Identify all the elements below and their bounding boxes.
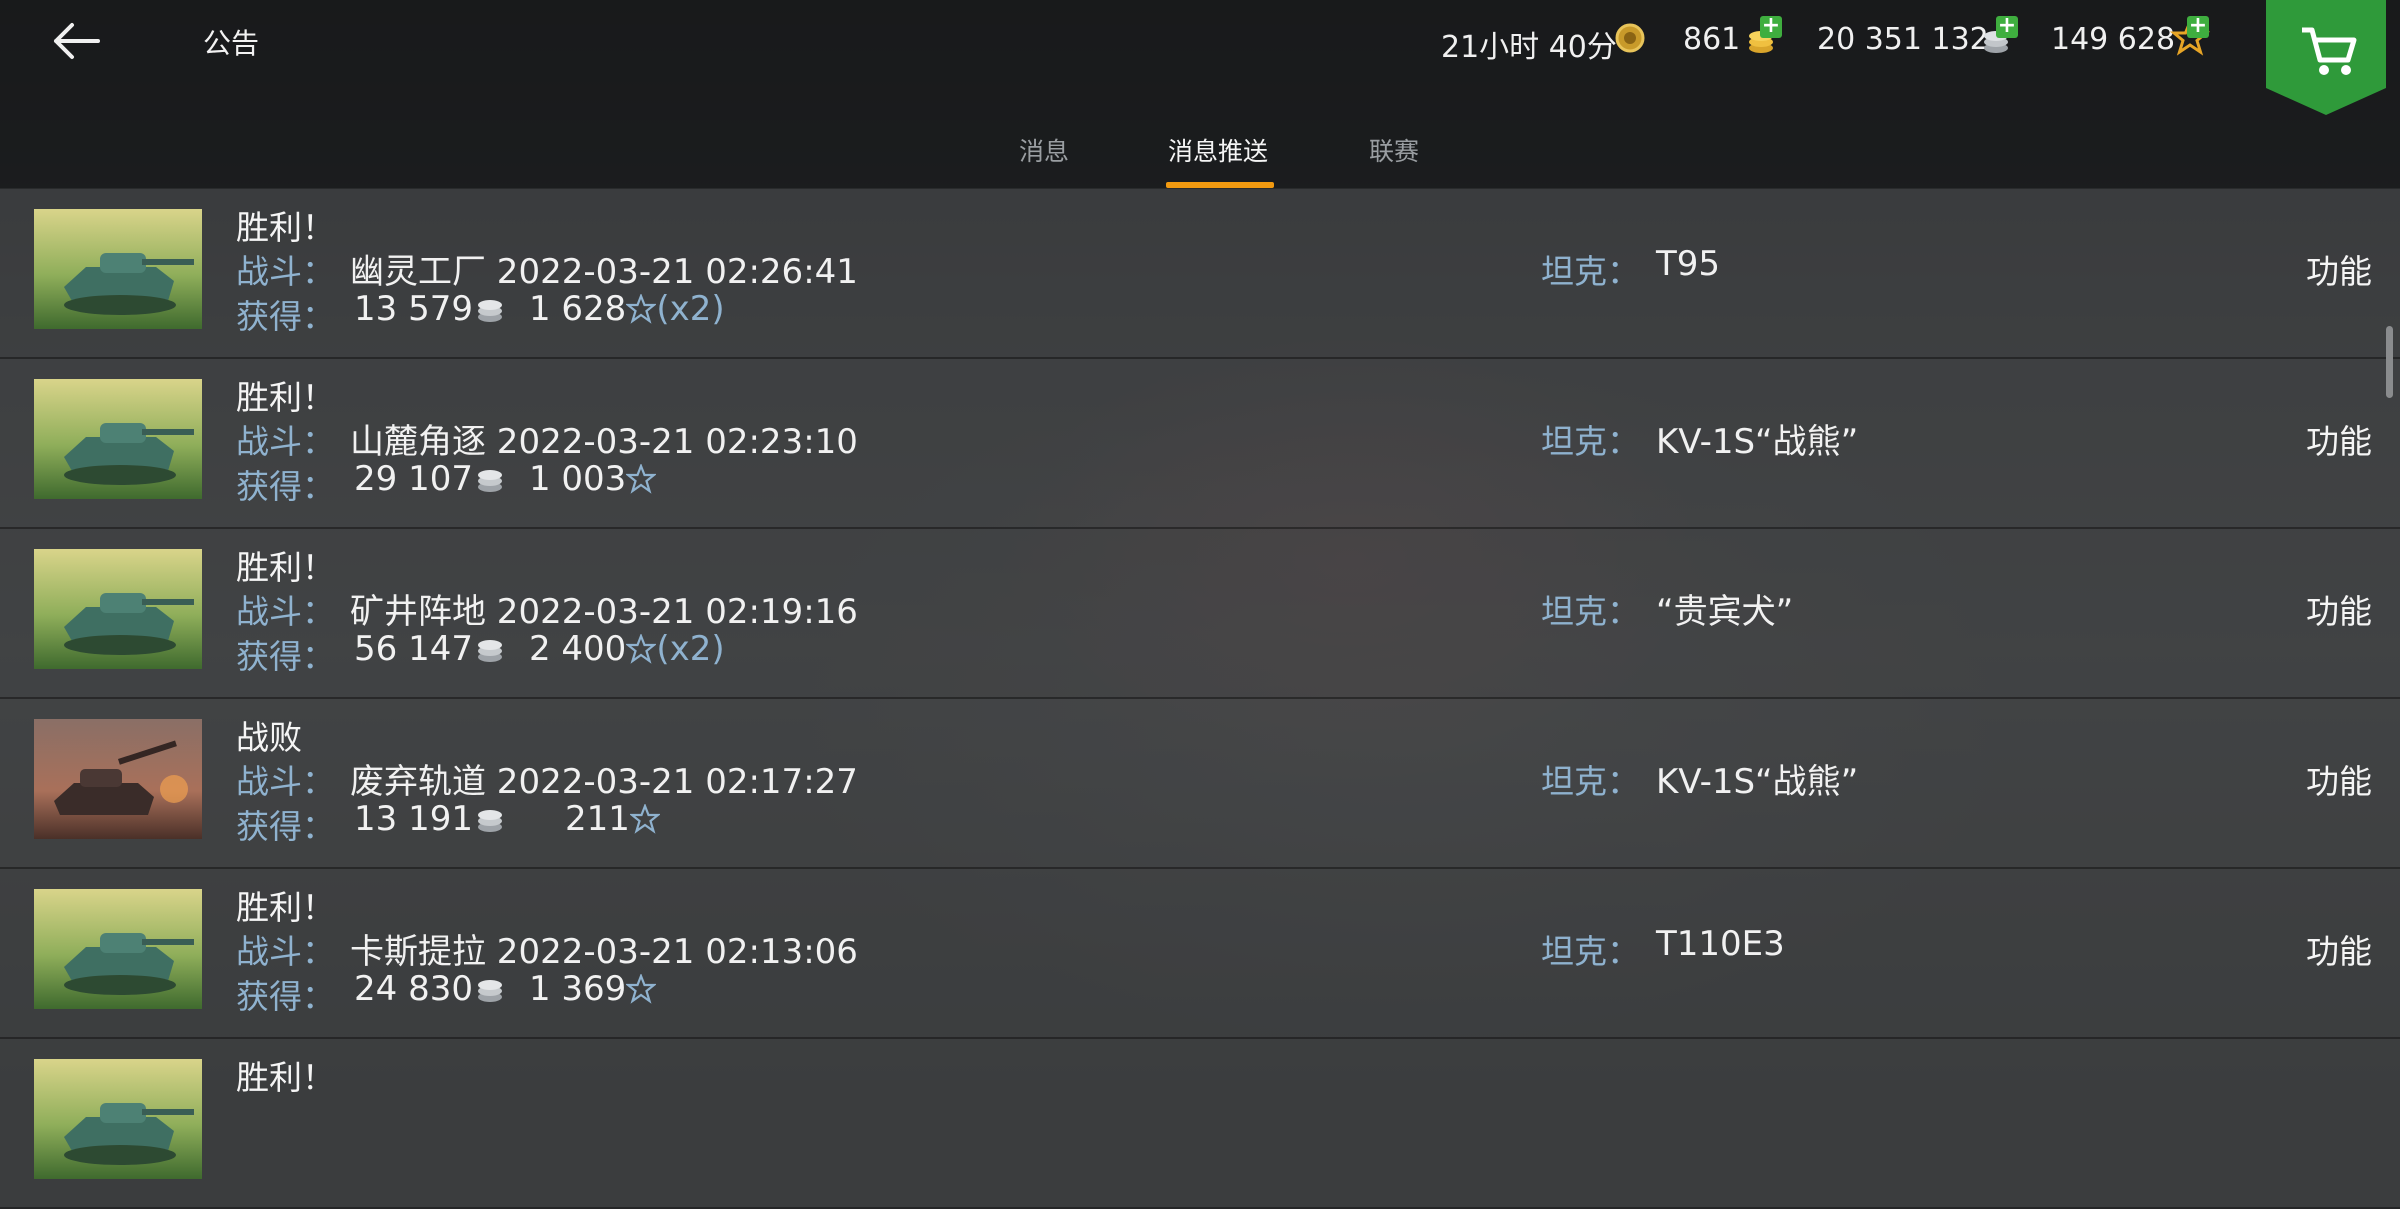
xp-multiplier: (x2) [656, 629, 725, 669]
buy-credits-plus-icon[interactable]: + [1996, 15, 2018, 38]
buy-gold-plus-icon[interactable]: + [1760, 15, 1782, 38]
earned-credits: 56 147 [354, 629, 473, 669]
premium-medal-icon [1615, 23, 1645, 53]
battle-thumbnail [34, 209, 202, 329]
top-bar: 公告 21小时 40分 861 + 20 351 132 + 149 628 +… [0, 0, 2400, 188]
battle-map-time: 幽灵工厂 2022-03-21 02:26:41 [350, 252, 858, 292]
shop-cart-button[interactable] [2266, 0, 2386, 115]
message-row[interactable]: 胜利！ 战斗： 山麓角逐 2022-03-21 02:23:10 获得： 29 107 1… [0, 359, 2400, 529]
xp-star-icon [629, 804, 660, 834]
battle-result: 胜利！ [236, 1058, 335, 1097]
earned-label: 获得： [236, 977, 335, 1016]
xp-star-icon [626, 634, 657, 664]
battle-label: 战斗： [236, 592, 335, 631]
battle-result: 胜利！ [236, 888, 335, 927]
tank-name: T110E3 [1656, 924, 1785, 964]
page-title: 公告 [203, 27, 260, 60]
buy-xp-plus-icon[interactable]: + [2187, 15, 2209, 38]
xp-star-icon [626, 974, 657, 1004]
tank-name: T95 [1656, 244, 1721, 284]
tab-league[interactable]: 联赛 [1369, 132, 1419, 168]
battle-map-time: 废弃轨道 2022-03-21 02:17:27 [350, 762, 858, 802]
battle-map-time: 卡斯提拉 2022-03-21 02:13:06 [350, 932, 858, 972]
battle-label: 战斗： [236, 932, 335, 971]
battle-result: 胜利！ [236, 548, 335, 587]
earned-xp: 211 [564, 799, 630, 839]
xp-star-icon [626, 464, 657, 494]
earned-values: 56 147 2 400 (x2) [354, 629, 725, 669]
battle-message-list: 胜利！ 战斗： 幽灵工厂 2022-03-21 02:26:41 获得： 13 579 1… [0, 189, 2400, 1209]
earned-values: 29 107 1 003 [354, 459, 657, 499]
credits-icon [477, 810, 502, 832]
back-arrow-icon[interactable] [48, 16, 104, 66]
credits-icon [477, 300, 502, 322]
battle-label: 战斗： [236, 422, 335, 461]
function-button[interactable]: 功能 [2306, 245, 2372, 293]
battle-thumbnail [34, 1059, 202, 1179]
message-row[interactable]: 胜利！ 战斗： 矿井阵地 2022-03-21 02:19:16 获得： 56 147 2… [0, 529, 2400, 699]
earned-label: 获得： [236, 637, 335, 676]
function-button[interactable]: 功能 [2306, 755, 2372, 803]
battle-label: 战斗： [236, 762, 335, 801]
function-button[interactable]: 功能 [2306, 585, 2372, 633]
earned-values: 24 830 1 369 [354, 969, 657, 1009]
earned-credits: 29 107 [354, 459, 473, 499]
tank-label: 坦克： [1541, 252, 1640, 291]
message-row[interactable]: 战败战斗： 废弃轨道 2022-03-21 02:17:27 获得： 13 191 21… [0, 699, 2400, 869]
battle-map-time: 山麓角逐 2022-03-21 02:23:10 [350, 422, 858, 462]
xp-multiplier: (x2) [656, 289, 725, 329]
battle-result: 胜利！ [236, 208, 335, 247]
premium-timer: 21小时 40分 [1441, 30, 1617, 65]
battle-thumbnail [34, 719, 202, 839]
tank-name: KV-1S“战熊” [1656, 422, 1859, 462]
active-tab-indicator [1166, 182, 1274, 188]
battle-thumbnail [34, 379, 202, 499]
battle-label: 战斗： [236, 252, 335, 291]
earned-label: 获得： [236, 467, 335, 506]
credits-icon [477, 470, 502, 492]
battle-thumbnail [34, 549, 202, 669]
earned-xp: 1 628 [528, 289, 627, 329]
tank-name: KV-1S“战熊” [1656, 762, 1859, 802]
earned-xp: 1 003 [528, 459, 627, 499]
message-row[interactable]: 胜利！ 战斗： 幽灵工厂 2022-03-21 02:26:41 获得： 13 579 1… [0, 189, 2400, 359]
earned-xp: 1 369 [528, 969, 627, 1009]
earned-credits: 13 191 [354, 799, 473, 839]
tank-label: 坦克： [1541, 932, 1640, 971]
battle-thumbnail [34, 889, 202, 1009]
earned-label: 获得： [236, 297, 335, 336]
tab-messages[interactable]: 消息 [1019, 132, 1069, 168]
earned-credits: 24 830 [354, 969, 473, 1009]
tank-name: “贵宾犬” [1656, 592, 1794, 632]
earned-xp: 2 400 [528, 629, 627, 669]
function-button[interactable]: 功能 [2306, 415, 2372, 463]
message-row[interactable]: 胜利！ 战斗： 卡斯提拉 2022-03-21 02:13:06 获得： 24 830 1… [0, 869, 2400, 1039]
tab-push-messages[interactable]: 消息推送 [1168, 132, 1268, 168]
battle-map-time: 矿井阵地 2022-03-21 02:19:16 [350, 592, 858, 632]
credits-amount: 20 351 132 [1817, 22, 1989, 57]
scrollbar[interactable] [2386, 326, 2393, 398]
battle-result: 胜利！ [236, 378, 335, 417]
credits-icon [477, 980, 502, 1002]
credits-icon [477, 640, 502, 662]
earned-values: 13 191 211 [354, 799, 660, 839]
earned-credits: 13 579 [354, 289, 473, 329]
free-xp-amount: 149 628 [2051, 22, 2176, 57]
earned-label: 获得： [236, 807, 335, 846]
tank-label: 坦克： [1541, 762, 1640, 801]
xp-star-icon [626, 294, 657, 324]
earned-values: 13 579 1 628 (x2) [354, 289, 725, 329]
message-row[interactable]: 胜利！ [0, 1039, 2400, 1209]
function-button[interactable]: 功能 [2306, 925, 2372, 973]
battle-result: 战败 [236, 718, 302, 757]
tank-label: 坦克： [1541, 422, 1640, 461]
gold-amount: 861 [1683, 22, 1741, 57]
tank-label: 坦克： [1541, 592, 1640, 631]
